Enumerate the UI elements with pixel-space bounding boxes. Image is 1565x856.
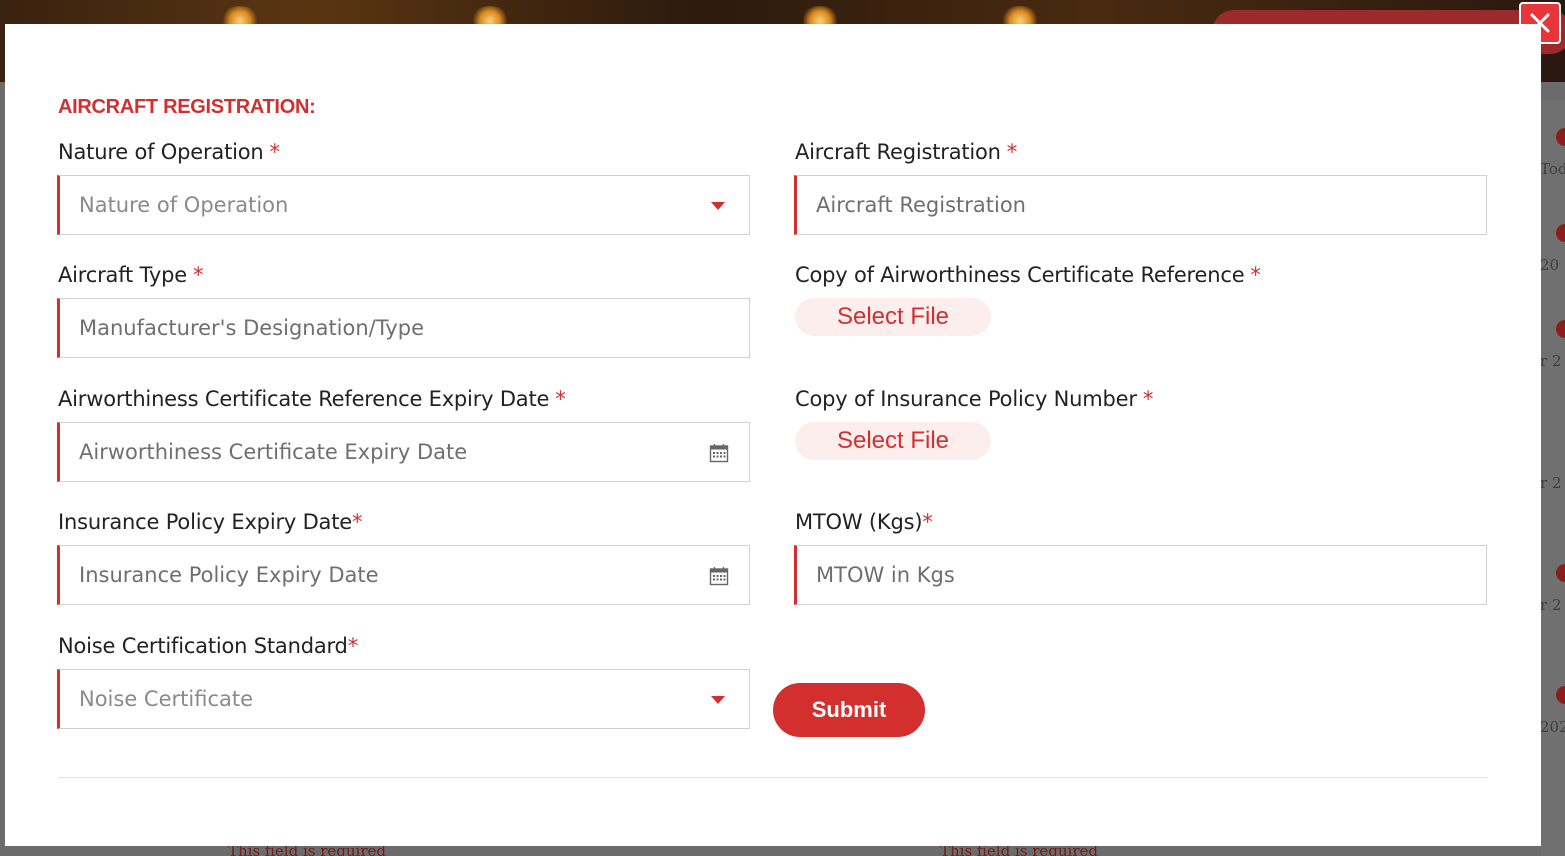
- required-mark: *: [1250, 263, 1261, 287]
- insurance-expiry-label-text: Insurance Policy Expiry Date: [58, 510, 352, 534]
- required-mark: *: [555, 387, 566, 411]
- insurance-copy-label: Copy of Insurance Policy Number *: [795, 387, 1153, 411]
- mtow-input[interactable]: MTOW in Kgs: [794, 545, 1487, 605]
- required-mark: *: [347, 634, 359, 658]
- divider: [58, 777, 1488, 778]
- airworthiness-expiry-placeholder: Airworthiness Certificate Expiry Date: [79, 440, 468, 464]
- calendar-icon[interactable]: [709, 566, 729, 586]
- background-side-text: r 2: [1540, 596, 1562, 614]
- insurance-select-file-button[interactable]: Select File: [795, 422, 991, 460]
- chevron-down-icon: [711, 202, 725, 210]
- required-mark: *: [922, 510, 933, 534]
- background-side-text: 20: [1540, 256, 1560, 274]
- airworthiness-copy-label: Copy of Airworthiness Certificate Refere…: [795, 263, 1261, 287]
- required-mark: *: [193, 263, 204, 287]
- calendar-icon[interactable]: [709, 443, 729, 463]
- insurance-expiry-date-input[interactable]: Insurance Policy Expiry Date: [57, 545, 750, 605]
- mtow-placeholder: MTOW in Kgs: [816, 563, 955, 587]
- aircraft-registration-placeholder: Aircraft Registration: [816, 193, 1026, 217]
- required-mark: *: [1142, 387, 1154, 411]
- aircraft-registration-label-text: Aircraft Registration: [795, 140, 1001, 164]
- required-mark: *: [351, 510, 363, 534]
- noise-cert-label-text: Noise Certification Standard: [58, 634, 348, 658]
- nature-of-operation-select[interactable]: Nature of Operation: [57, 175, 750, 235]
- noise-cert-label: Noise Certification Standard*: [58, 634, 358, 658]
- aircraft-type-label: Aircraft Type *: [58, 263, 204, 287]
- background-side-text: r 2: [1540, 352, 1562, 370]
- submit-button[interactable]: Submit: [773, 683, 925, 737]
- mtow-label: MTOW (Kgs)*: [795, 510, 933, 534]
- aircraft-registration-label: Aircraft Registration *: [795, 140, 1017, 164]
- insurance-copy-label-text: Copy of Insurance Policy Number: [795, 387, 1137, 411]
- airworthiness-expiry-date-input[interactable]: Airworthiness Certificate Expiry Date: [57, 422, 750, 482]
- aircraft-type-placeholder: Manufacturer's Designation/Type: [79, 316, 424, 340]
- section-title: AIRCRAFT REGISTRATION:: [58, 96, 316, 118]
- aircraft-type-input[interactable]: Manufacturer's Designation/Type: [57, 298, 750, 358]
- nature-of-operation-label: Nature of Operation *: [58, 140, 280, 164]
- background-side-text: Tod: [1540, 160, 1565, 178]
- mtow-label-text: MTOW (Kgs): [795, 510, 923, 534]
- required-mark: *: [1006, 140, 1018, 164]
- airworthiness-select-file-button[interactable]: Select File: [795, 298, 991, 336]
- noise-certificate-placeholder: Noise Certificate: [79, 687, 254, 711]
- background-side-text: r 2: [1540, 474, 1562, 492]
- nature-of-operation-label-text: Nature of Operation: [58, 140, 264, 164]
- insurance-expiry-placeholder: Insurance Policy Expiry Date: [79, 563, 379, 587]
- airworthiness-expiry-label: Airworthiness Certificate Reference Expi…: [58, 387, 566, 411]
- nature-of-operation-placeholder: Nature of Operation: [79, 193, 289, 217]
- chevron-down-icon: [711, 696, 725, 704]
- noise-certificate-select[interactable]: Noise Certificate: [57, 669, 750, 729]
- airworthiness-copy-label-text: Copy of Airworthiness Certificate Refere…: [795, 263, 1245, 287]
- insurance-expiry-label: Insurance Policy Expiry Date*: [58, 510, 363, 534]
- aircraft-registration-modal: AIRCRAFT REGISTRATION: Nature of Operati…: [5, 24, 1541, 846]
- aircraft-registration-input[interactable]: Aircraft Registration: [794, 175, 1487, 235]
- required-mark: *: [269, 140, 281, 164]
- airworthiness-expiry-label-text: Airworthiness Certificate Reference Expi…: [58, 387, 550, 411]
- aircraft-type-label-text: Aircraft Type: [58, 263, 187, 287]
- background-side-text: 202: [1540, 718, 1565, 736]
